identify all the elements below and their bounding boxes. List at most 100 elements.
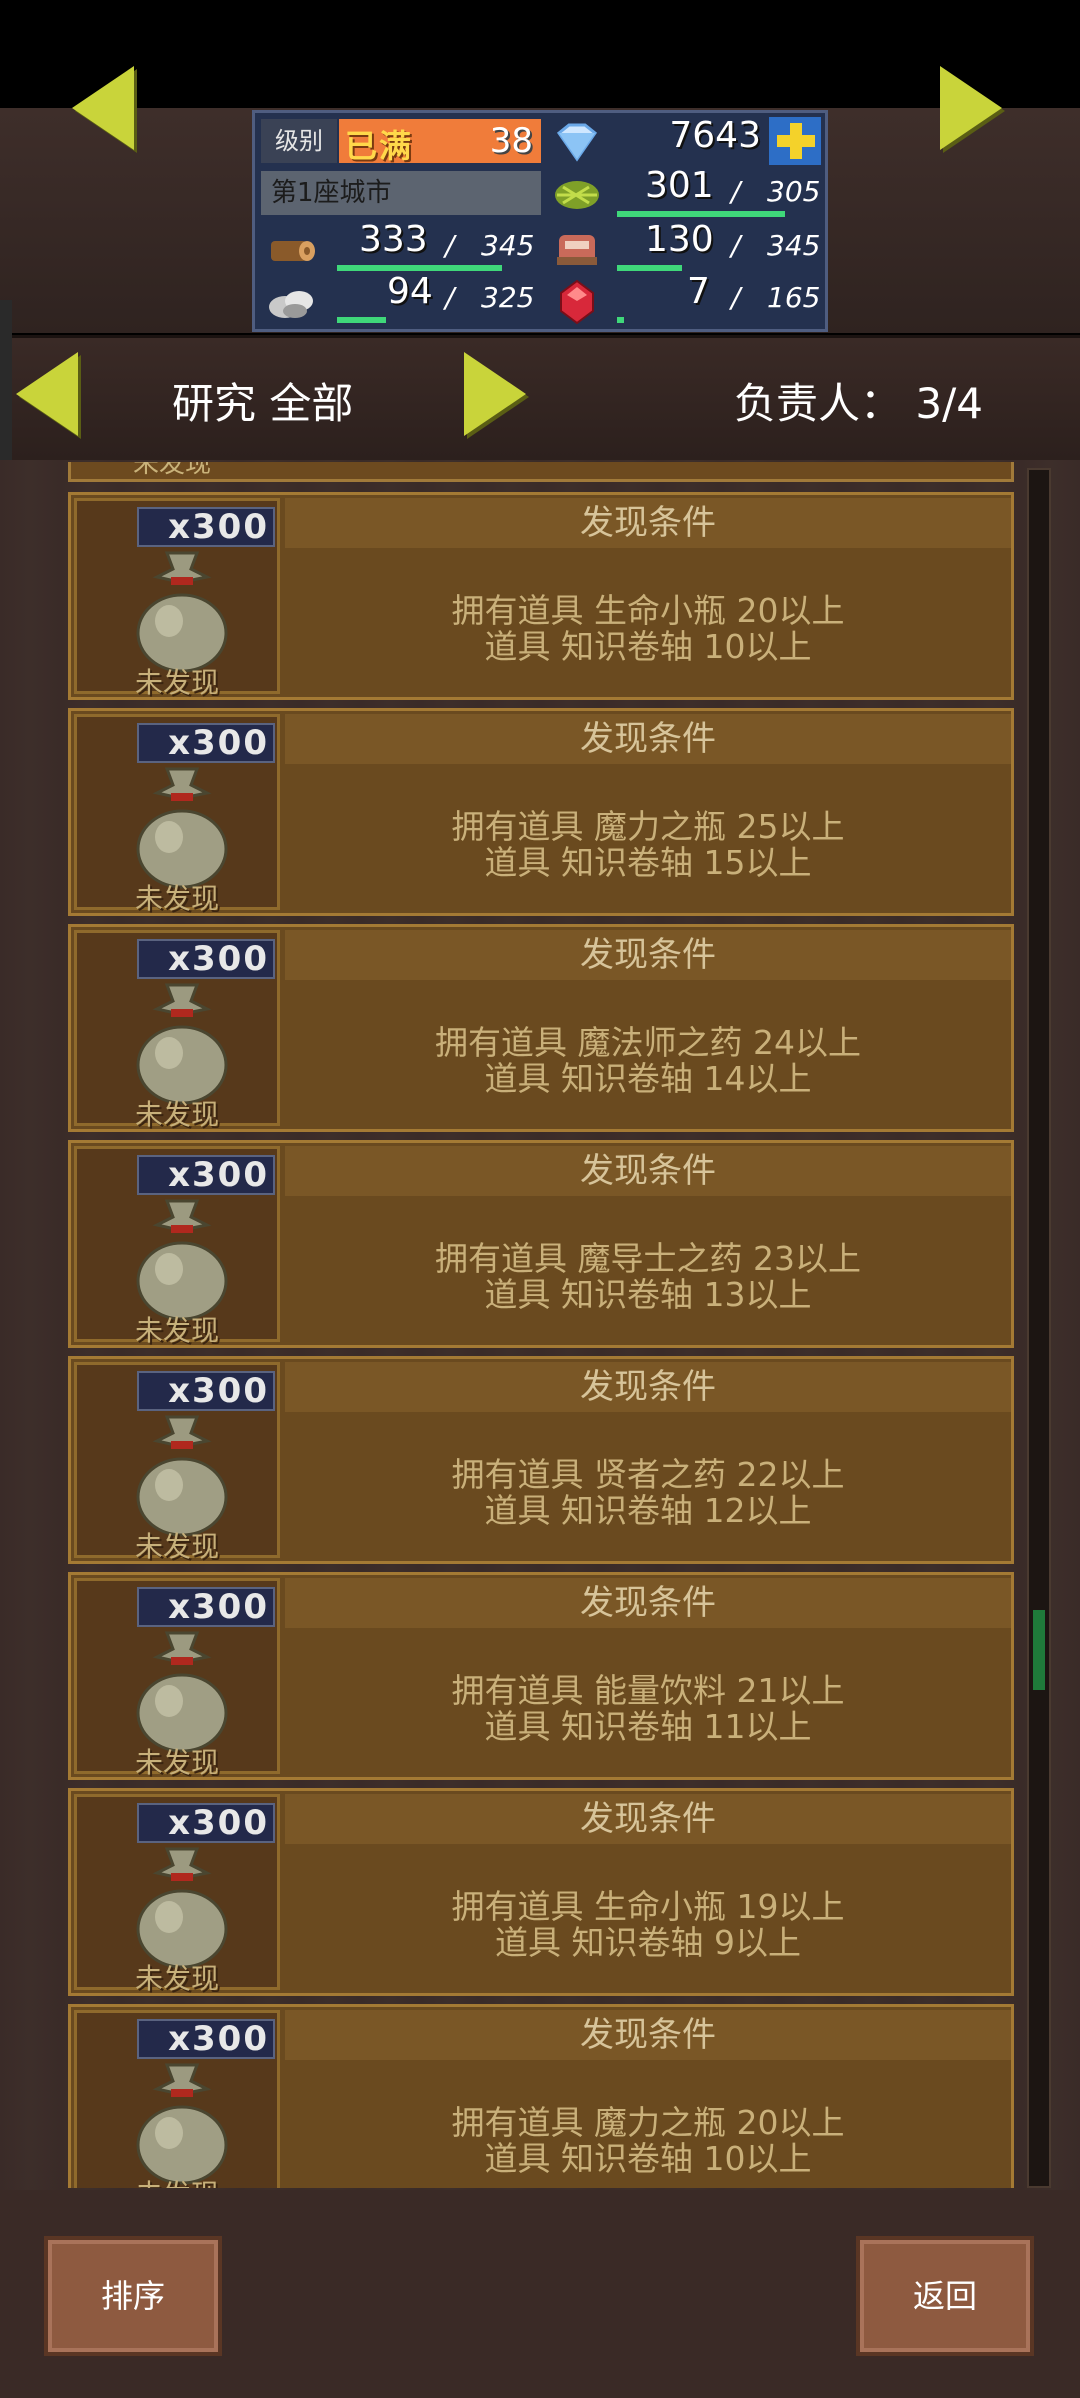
sack-icon bbox=[136, 2063, 228, 2185]
stone-bar bbox=[337, 317, 386, 323]
quantity-badge: x300 bbox=[137, 1155, 275, 1195]
meat-icon bbox=[549, 227, 605, 273]
wheat-icon bbox=[549, 171, 605, 217]
food-separator: / bbox=[731, 175, 741, 208]
undiscovered-label: 未发现 bbox=[134, 1098, 219, 1131]
sack-icon bbox=[136, 1631, 228, 1753]
food-value: 301 bbox=[645, 165, 714, 206]
stone-icon bbox=[263, 279, 319, 325]
discovery-condition-title: 发现条件 bbox=[285, 930, 1011, 980]
item-slot: x300 未发现 bbox=[74, 1794, 280, 1995]
discovery-condition-text: 拥有道具 魔导士之药 23以上 道具 知识卷轴 13以上 bbox=[285, 1203, 1011, 1343]
sack-icon bbox=[136, 983, 228, 1105]
meat-separator: / bbox=[731, 229, 741, 262]
undiscovered-label: 未发现 bbox=[134, 882, 219, 915]
discovery-condition-text: 拥有道具 生命小瓶 19以上 道具 知识卷轴 9以上 bbox=[285, 1851, 1011, 1991]
discovery-condition-title: 发现条件 bbox=[285, 498, 1011, 548]
research-list[interactable]: 未发现 x300 未发现 发现条件 拥有道具 生命小瓶 20以上 道具 知识卷轴 10以… bbox=[64, 462, 1014, 2188]
quantity-badge: x300 bbox=[137, 507, 275, 547]
item-slot: x300 未发现 bbox=[74, 930, 280, 1131]
research-card[interactable]: x300 未发现 发现条件拥有道具 魔力之瓶 20以上道具 知识卷轴 10以上 bbox=[68, 2004, 1014, 2188]
ruby-max: 165 bbox=[767, 281, 821, 314]
quantity-badge: x300 bbox=[137, 1371, 275, 1411]
food-bar bbox=[617, 211, 785, 217]
wood-separator: / bbox=[445, 229, 455, 262]
research-card[interactable]: x300 未发现 发现条件 拥有道具 能量饮料 21以上 道具 知识卷轴 11以上 bbox=[68, 1572, 1014, 1780]
condition-line-1: 拥有道具 魔导士之药 23以上 bbox=[435, 1239, 861, 1278]
quantity-badge: x300 bbox=[137, 1803, 275, 1843]
item-slot: x300 未发现 bbox=[74, 498, 280, 699]
diamond-icon bbox=[549, 119, 605, 165]
stone-max: 325 bbox=[481, 281, 535, 314]
ruby-icon bbox=[549, 279, 605, 325]
condition-line-2: 道具 知识卷轴 13以上 bbox=[484, 1275, 812, 1314]
item-slot: x300 未发现 bbox=[74, 714, 280, 915]
next-city-arrow-icon[interactable] bbox=[940, 66, 1010, 156]
next-category-arrow-icon[interactable] bbox=[464, 352, 526, 436]
discovery-condition-text: 拥有道具 生命小瓶 20以上 道具 知识卷轴 10以上 bbox=[285, 555, 1011, 695]
research-card-partial[interactable]: 未发现 bbox=[68, 462, 1014, 482]
discovery-condition-text: 拥有道具 贤者之药 22以上 道具 知识卷轴 12以上 bbox=[285, 1419, 1011, 1559]
research-card[interactable]: x300 未发现 发现条件拥有道具 魔法师之药 24以上 道具 知识卷轴 14以上 bbox=[68, 924, 1014, 1132]
quantity-badge: x300 bbox=[137, 2019, 275, 2059]
meat-value: 130 bbox=[645, 219, 714, 260]
sack-icon bbox=[136, 1199, 228, 1321]
meat-bar bbox=[617, 265, 682, 271]
level-full-label: 已满 bbox=[345, 127, 414, 165]
undiscovered-label: 未发现 bbox=[134, 1962, 219, 1995]
undiscovered-label: 未发现 bbox=[77, 2173, 277, 2188]
scrollbar-thumb[interactable] bbox=[1033, 1610, 1045, 1690]
condition-line-2: 道具 知识卷轴 14以上 bbox=[484, 1059, 812, 1098]
research-card[interactable]: x300 未发现 发现条件拥有道具 魔力之瓶 25以上 道具 知识卷轴 15以上 bbox=[68, 708, 1014, 916]
condition-line-1: 拥有道具 能量饮料 21以上 bbox=[451, 1671, 845, 1710]
sort-button[interactable]: 排序 bbox=[44, 2236, 222, 2356]
add-gems-button[interactable] bbox=[769, 117, 821, 165]
food-max: 305 bbox=[767, 175, 821, 208]
research-category-title: 研究 全部 bbox=[172, 379, 354, 428]
level-value: 38 bbox=[489, 121, 533, 161]
condition-line-2: 道具 知识卷轴 12以上 bbox=[484, 1491, 812, 1530]
item-slot: x300 未发现 bbox=[74, 2010, 280, 2188]
ruby-bar bbox=[617, 317, 624, 323]
undiscovered-label: 未发现 bbox=[133, 462, 212, 479]
condition-line-2: 道具 知识卷轴 11以上 bbox=[484, 1707, 812, 1746]
wood-max: 345 bbox=[481, 229, 535, 262]
research-card[interactable]: x300 未发现 发现条件拥有道具 生命小瓶 20以上 道具 知识卷轴 10以上 bbox=[68, 492, 1014, 700]
prev-city-arrow-icon[interactable] bbox=[72, 66, 142, 156]
sack-icon bbox=[136, 767, 228, 889]
discovery-condition-text: 拥有道具 魔法师之药 24以上 道具 知识卷轴 14以上 bbox=[285, 987, 1011, 1127]
level-indicator: 已满 38 bbox=[339, 119, 541, 165]
discovery-condition-title: 发现条件 bbox=[285, 1794, 1011, 1844]
condition-line-1: 拥有道具 魔法师之药 24以上 bbox=[435, 1023, 861, 1062]
level-label: 级别 bbox=[261, 119, 337, 163]
wood-log-icon bbox=[263, 227, 319, 273]
gem-count: 7643 bbox=[669, 115, 761, 156]
ruby-value: 7 bbox=[687, 271, 710, 312]
condition-line-2: 道具 知识卷轴 9以上 bbox=[495, 1923, 801, 1962]
condition-line-1: 拥有道具 魔力之瓶 20以上 bbox=[451, 2103, 845, 2142]
research-card[interactable]: x300 未发现 发现条件 拥有道具 贤者之药 22以上 道具 知识卷轴 12以上 bbox=[68, 1356, 1014, 1564]
wood-value: 333 bbox=[359, 219, 428, 260]
sack-icon bbox=[136, 551, 228, 673]
discovery-condition-title: 发现条件 bbox=[285, 714, 1011, 764]
status-bar bbox=[0, 0, 1080, 108]
condition-line-2: 道具 知识卷轴 10以上 bbox=[484, 627, 812, 666]
responsible-count: 负责人： 3/4 bbox=[734, 379, 983, 428]
item-slot: x300 未发现 bbox=[74, 1146, 280, 1347]
research-card[interactable]: x300 未发现 发现条件 拥有道具 魔导士之药 23以上 道具 知识卷轴 13以上 bbox=[68, 1140, 1014, 1348]
prev-category-arrow-icon[interactable] bbox=[16, 352, 78, 436]
scrollbar[interactable] bbox=[1027, 468, 1051, 2188]
back-button[interactable]: 返回 bbox=[856, 2236, 1034, 2356]
research-card[interactable]: x300 未发现 发现条件拥有道具 生命小瓶 19以上 道具 知识卷轴 9以上 bbox=[68, 1788, 1014, 1996]
quantity-badge: x300 bbox=[137, 939, 275, 979]
discovery-condition-text: 拥有道具 能量饮料 21以上 道具 知识卷轴 11以上 bbox=[285, 1635, 1011, 1775]
condition-line-2: 道具 知识卷轴 10以上 bbox=[484, 2139, 812, 2178]
condition-line-1: 拥有道具 生命小瓶 19以上 bbox=[451, 1887, 845, 1926]
city-name: 第1座城市 bbox=[261, 171, 541, 215]
stone-value: 94 bbox=[387, 271, 433, 312]
sack-icon bbox=[136, 1847, 228, 1969]
condition-line-1: 拥有道具 魔力之瓶 25以上 bbox=[451, 807, 845, 846]
discovery-condition-text: 拥有道具 魔力之瓶 25以上 道具 知识卷轴 15以上 bbox=[285, 771, 1011, 911]
condition-line-1: 拥有道具 贤者之药 22以上 bbox=[451, 1455, 845, 1494]
undiscovered-label: 未发现 bbox=[134, 1530, 219, 1563]
